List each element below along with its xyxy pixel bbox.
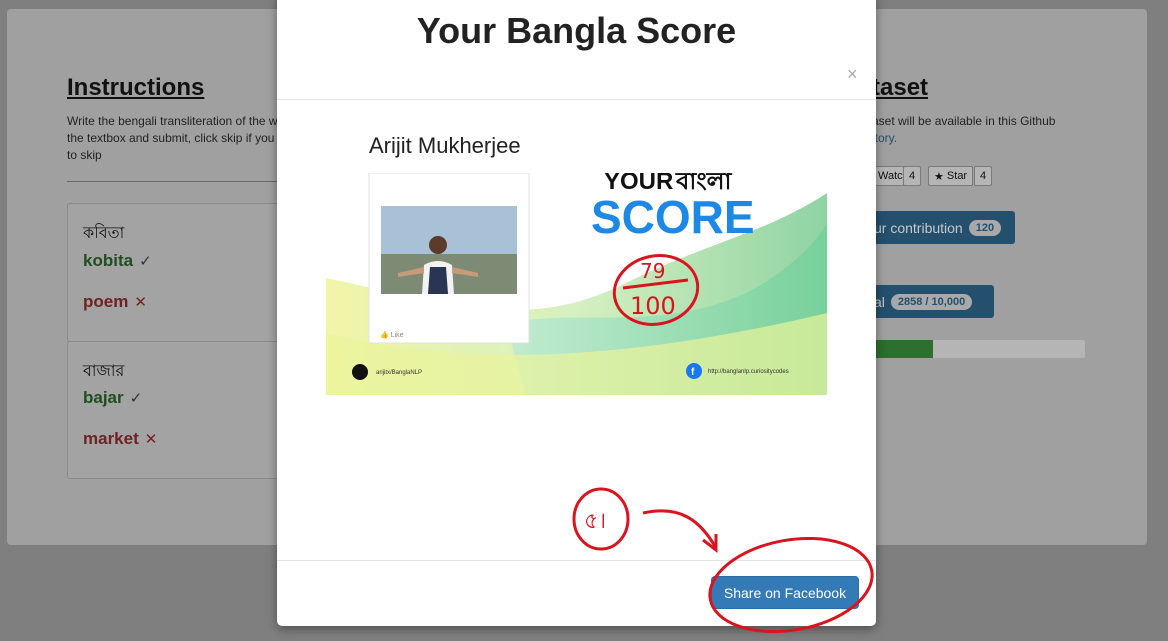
cross-icon: ✕ <box>144 431 158 448</box>
bengali-word: বাজার <box>83 363 125 380</box>
github-star-button[interactable]: ★ Star <box>928 166 974 186</box>
goal-progress-bar <box>872 340 1085 358</box>
contribution-button[interactable]: ur contribution 120 <box>860 211 1015 244</box>
score-total: 100 <box>630 292 676 320</box>
instructions-title: Instructions <box>67 74 205 101</box>
word-card: কবিতা kobita ✓ poem ✕ <box>67 203 309 342</box>
score-value: 79 <box>640 259 665 283</box>
instructions-line: Write the bengali transliteration of the… <box>67 114 285 128</box>
github-icon <box>352 364 368 380</box>
goal-button[interactable]: al 2858 / 10,000 <box>860 285 994 318</box>
instructions-line: the textbox and submit, click skip if yo… <box>67 131 287 145</box>
contribution-label: ur contribution <box>874 219 963 236</box>
github-handle: arijitx/BanglaNLP <box>376 370 422 376</box>
post-like-text: 👍 Like <box>380 330 404 339</box>
option-wrong[interactable]: market ✕ <box>83 429 157 449</box>
close-icon[interactable]: × <box>847 64 858 85</box>
cross-icon: ✕ <box>134 294 147 311</box>
dataset-text: aset will be available in this Github it… <box>872 113 1072 147</box>
share-on-facebook-button[interactable]: Share on Facebook <box>711 576 859 609</box>
score-banner-image: 👍 Like YOUR বাংলা SCORE 79 100 arijitx/B… <box>326 173 827 395</box>
progress-fill <box>872 340 933 358</box>
divider <box>67 181 297 182</box>
check-icon: ✓ <box>129 390 143 407</box>
star-count: 4 <box>974 166 993 186</box>
option-wrong[interactable]: poem ✕ <box>83 292 147 312</box>
option-label: market <box>83 429 139 448</box>
option-correct[interactable]: kobita ✓ <box>83 251 152 271</box>
instructions-line: to skip <box>67 148 102 162</box>
instructions-text: Write the bengali transliteration of the… <box>67 113 297 164</box>
modal-header-divider <box>277 99 876 100</box>
goal-badge: 2858 / 10,000 <box>890 293 973 310</box>
option-label: bajar <box>83 388 124 407</box>
dataset-line: aset will be available in this Github <box>872 114 1056 128</box>
bengali-word: কবিতা <box>83 225 125 242</box>
watch-count: 4 <box>903 166 922 186</box>
score-modal: Your Bangla Score × Arijit Mukherjee 👍 L… <box>277 0 876 626</box>
repository-link[interactable]: itory. <box>872 130 1072 147</box>
word-card: বাজার bajar ✓ market ✕ <box>67 341 309 479</box>
user-name: Arijit Mukherjee <box>369 133 521 158</box>
modal-title: Your Bangla Score <box>416 10 737 51</box>
option-label: kobita <box>83 251 134 270</box>
check-icon: ✓ <box>139 253 152 270</box>
site-url: http://banglanlp.curiositycodes <box>708 369 789 375</box>
banner-score-text: SCORE <box>591 191 755 243</box>
option-correct[interactable]: bajar ✓ <box>83 388 142 408</box>
modal-footer-divider <box>277 560 876 561</box>
option-label: poem <box>83 292 129 311</box>
star-label: Star <box>946 170 968 182</box>
contribution-badge: 120 <box>968 219 1002 236</box>
dataset-title: taset <box>872 74 929 101</box>
star-icon: ★ <box>934 170 947 183</box>
